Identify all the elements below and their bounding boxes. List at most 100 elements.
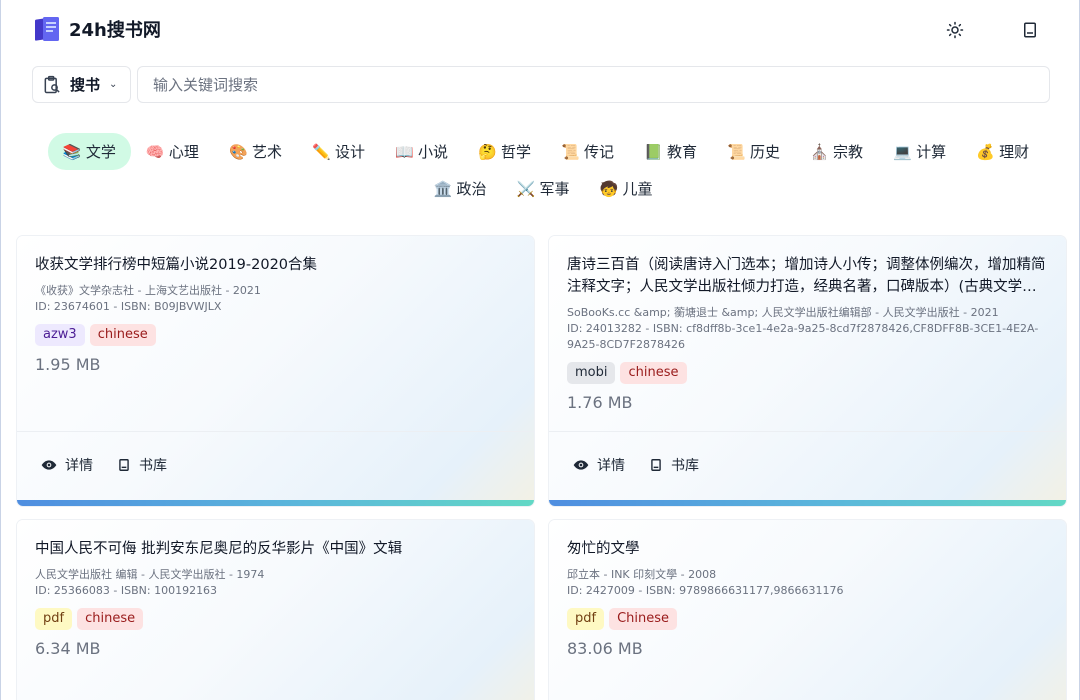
book-id-isbn: ID: 25366083 - ISBN: 100192163	[35, 584, 218, 597]
logo[interactable]: 24h搜书网	[33, 14, 161, 44]
book-author-publisher: 人民文学出版社 编辑 - 人民文学出版社 - 1974	[35, 568, 265, 581]
category-icon: ✏️	[311, 142, 331, 161]
category-label: 小说	[417, 143, 448, 161]
category-13[interactable]: ⚔️ 军事	[501, 170, 584, 207]
category-14[interactable]: 🧒 儿童	[585, 170, 668, 207]
file-size: 1.95 MB	[35, 355, 101, 374]
category-label: 心理	[168, 143, 199, 161]
book-id-isbn: ID: 24013282 - ISBN: cf8dff8b-3ce1-4e2a-…	[567, 322, 1039, 351]
eye-icon	[41, 460, 57, 470]
category-icon: 🏛️	[433, 179, 453, 198]
format-badge: azw3	[35, 324, 85, 346]
details-button[interactable]: 详情	[41, 455, 93, 475]
language-badge: Chinese	[609, 608, 678, 630]
book-icon	[651, 459, 661, 471]
file-size: 83.06 MB	[567, 639, 643, 658]
category-label: 设计	[334, 143, 365, 161]
book-card[interactable]: 收获文学排行榜中短篇小说2019-2020合集 《收获》文学杂志社 - 上海文艺…	[17, 236, 534, 506]
book-card[interactable]: 匆忙的文學 邱立本 - INK 印刻文學 - 2008 ID: 2427009 …	[549, 520, 1066, 700]
category-4[interactable]: 📖 小说	[380, 133, 463, 170]
format-badge: pdf	[567, 608, 605, 630]
category-label: 艺术	[251, 143, 282, 161]
category-10[interactable]: 💻 计算	[878, 133, 961, 170]
category-label: 儿童	[622, 180, 653, 198]
clipboard-search-icon	[44, 75, 60, 93]
search-mode-select[interactable]: 搜书 ⌄	[32, 66, 131, 103]
category-icon: 🧠	[145, 142, 165, 161]
app-name: 24h搜书网	[69, 20, 161, 41]
category-icon: 📚	[62, 142, 82, 161]
category-3[interactable]: ✏️ 设计	[297, 133, 380, 170]
category-icon: 📜	[561, 142, 580, 161]
search-bar: 搜书 ⌄	[32, 66, 1050, 103]
category-label: 军事	[539, 180, 570, 198]
theme-toggle-button[interactable]	[941, 16, 969, 44]
category-0[interactable]: 📚 文学	[47, 133, 131, 170]
book-id-isbn: ID: 2427009 - ISBN: 9789866631177,986663…	[567, 584, 844, 597]
details-button[interactable]: 详情	[573, 455, 625, 475]
category-2[interactable]: 🎨 艺术	[214, 133, 297, 170]
book-title[interactable]: 唐诗三百首（阅读唐诗入门选本；增加诗人小传；调整体例编次，增加精简注释文字；人民…	[567, 254, 1048, 298]
category-9[interactable]: ⛪ 宗教	[795, 133, 878, 170]
library-label: 书库	[139, 458, 167, 474]
card-accent-bar	[549, 500, 1066, 506]
category-icon: 🎨	[228, 142, 248, 161]
category-icon: 🧒	[599, 179, 619, 198]
language-badge: chinese	[77, 608, 144, 630]
library-button[interactable]	[1016, 16, 1044, 44]
language-badge: chinese	[89, 324, 156, 346]
category-label: 文学	[85, 143, 116, 161]
format-badge: pdf	[35, 608, 73, 630]
category-8[interactable]: 📜 历史	[712, 133, 795, 170]
card-accent-bar	[17, 500, 534, 506]
category-6[interactable]: 📜 传记	[546, 133, 629, 170]
category-label: 哲学	[500, 143, 531, 161]
category-icon: 📖	[394, 142, 414, 161]
book-meta: 《收获》文学杂志社 - 上海文艺出版社 - 2021 ID: 23674601 …	[35, 283, 516, 315]
sun-icon	[946, 21, 964, 39]
category-label: 教育	[667, 143, 698, 161]
category-label: 历史	[750, 143, 781, 161]
file-size: 6.34 MB	[35, 639, 101, 658]
book-title[interactable]: 匆忙的文學	[567, 538, 1048, 560]
library-label: 书库	[671, 458, 699, 474]
file-size: 1.76 MB	[567, 393, 633, 412]
details-label: 详情	[65, 458, 93, 474]
book-card[interactable]: 唐诗三百首（阅读唐诗入门选本；增加诗人小传；调整体例编次，增加精简注释文字；人民…	[549, 236, 1066, 506]
chevron-down-icon: ⌄	[109, 79, 118, 90]
category-label: 理财	[999, 143, 1030, 161]
category-icon: 💰	[976, 142, 995, 161]
category-icon: 🤔	[477, 142, 497, 161]
book-icon	[119, 459, 129, 471]
book-meta: 人民文学出版社 编辑 - 人民文学出版社 - 1974 ID: 25366083…	[35, 567, 516, 599]
header: 24h搜书网	[33, 14, 1047, 46]
category-7[interactable]: 📗 教育	[629, 133, 712, 170]
book-title[interactable]: 收获文学排行榜中短篇小说2019-2020合集	[35, 254, 516, 276]
eye-icon	[573, 460, 589, 470]
book-author-publisher: SoBooKs.cc &amp; 蘅塘退士 &amp; 人民文学出版社编辑部 -…	[567, 306, 999, 319]
search-mode-label: 搜书	[70, 76, 101, 94]
category-11[interactable]: 💰 理财	[961, 133, 1044, 170]
book-meta: SoBooKs.cc &amp; 蘅塘退士 &amp; 人民文学出版社编辑部 -…	[567, 305, 1048, 353]
book-id-isbn: ID: 23674601 - ISBN: B09JBVWJLX	[35, 300, 222, 313]
logo-icon	[33, 14, 63, 44]
book-author-publisher: 《收获》文学杂志社 - 上海文艺出版社 - 2021	[35, 284, 261, 297]
book-author-publisher: 邱立本 - INK 印刻文學 - 2008	[567, 568, 717, 581]
book-card[interactable]: 中国人民不可侮 批判安东尼奥尼的反华影片《中国》文辑 人民文学出版社 编辑 - …	[17, 520, 534, 700]
category-label: 计算	[916, 143, 947, 161]
search-input[interactable]	[137, 66, 1050, 103]
book-title[interactable]: 中国人民不可侮 批判安东尼奥尼的反华影片《中国》文辑	[35, 538, 516, 560]
category-12[interactable]: 🏛️ 政治	[418, 170, 501, 207]
category-icon: 📜	[727, 142, 746, 161]
category-1[interactable]: 🧠 心理	[131, 133, 214, 170]
book-meta: 邱立本 - INK 印刻文學 - 2008 ID: 2427009 - ISBN…	[567, 567, 1048, 599]
app-window: 24h搜书网 搜书 ⌄ 输入关键词搜索 📚 文学 🧠 心理 🎨 艺术 ✏️ 设计…	[0, 0, 1080, 700]
library-link-button[interactable]: 书库	[117, 455, 167, 475]
library-link-button[interactable]: 书库	[649, 455, 699, 475]
category-icon: ⚔️	[516, 179, 536, 198]
category-5[interactable]: 🤔 哲学	[463, 133, 546, 170]
format-badge: mobi	[567, 362, 616, 384]
category-label: 宗教	[833, 143, 864, 161]
category-icon: 📗	[644, 142, 663, 161]
details-label: 详情	[597, 458, 625, 474]
